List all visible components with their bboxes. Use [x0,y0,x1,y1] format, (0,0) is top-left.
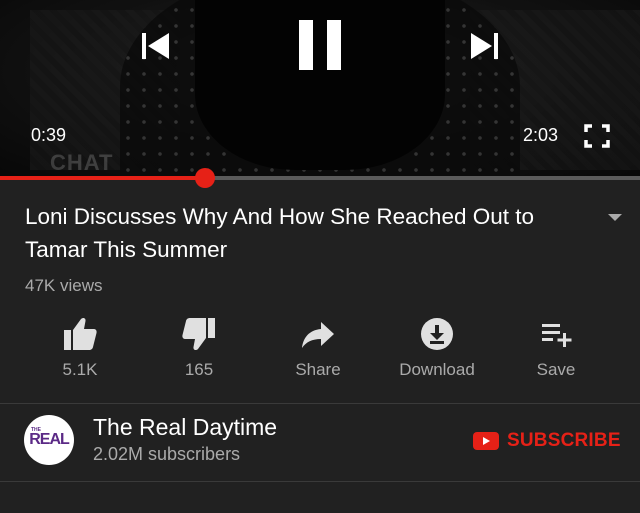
channel-name[interactable]: The Real Daytime [93,414,277,441]
share-button[interactable]: Share [263,310,373,388]
share-icon [302,322,334,348]
youtube-play-icon [473,432,499,450]
channel-avatar[interactable]: THE REAL [24,415,74,465]
previous-video-button[interactable] [138,28,174,64]
skip-previous-icon [142,33,169,59]
current-time: 0:39 [31,125,67,145]
divider [0,403,640,404]
share-label: Share [295,360,341,379]
expand-description-button[interactable] [604,210,626,224]
download-icon [421,318,453,350]
action-bar: 5.1K 165 Share Download Save [0,310,640,388]
view-count: 47K views [25,276,103,295]
dislike-button[interactable]: 165 [144,310,254,388]
dislike-count: 165 [184,360,214,379]
download-label: Download [399,360,475,379]
seek-bar-handle[interactable] [194,168,215,188]
video-player[interactable]: CHAT 0:39 2:03 [0,0,640,178]
save-label: Save [536,360,576,379]
pause-button[interactable] [296,18,344,72]
subscribe-label: SUBSCRIBE [507,430,621,451]
fullscreen-button[interactable] [584,124,610,148]
subscriber-count: 2.02M subscribers [93,444,241,464]
save-button[interactable]: Save [501,310,611,388]
thumbs-down-icon [182,318,215,351]
like-button[interactable]: 5.1K [25,310,135,388]
seek-bar-played [0,176,205,180]
video-title: Loni Discusses Why And How She Reached O… [25,204,535,262]
seek-bar[interactable] [0,168,640,188]
fullscreen-icon [584,124,610,148]
thumbs-up-icon [64,317,97,350]
download-button[interactable]: Download [382,310,492,388]
divider [0,481,640,482]
like-count: 5.1K [62,360,98,379]
save-to-playlist-icon [542,324,572,347]
subscribe-button[interactable]: SUBSCRIBE [473,428,621,454]
total-duration: 2:03 [523,125,559,145]
next-video-button[interactable] [466,28,502,64]
skip-next-icon [471,33,498,59]
chevron-down-icon [608,214,622,221]
pause-icon [299,20,341,70]
video-watermark: CHAT [50,150,114,175]
avatar-logo-text: REAL [29,431,70,448]
